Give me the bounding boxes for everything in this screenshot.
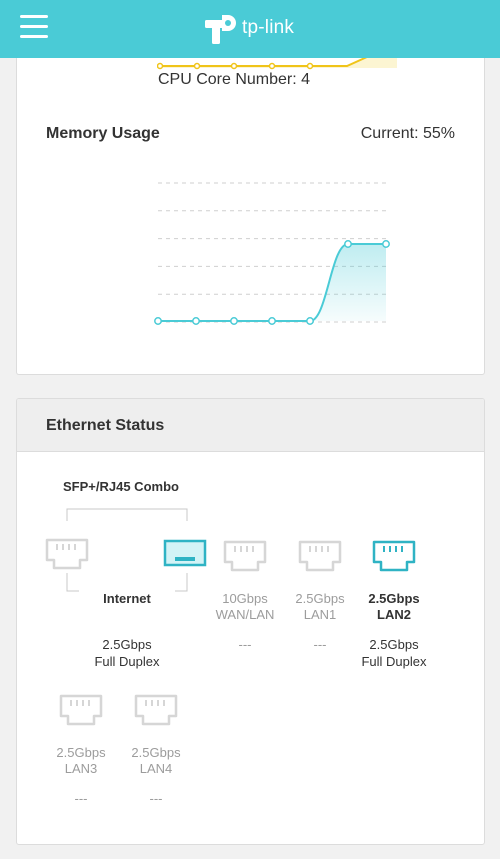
internet-speed: 2.5Gbps — [102, 637, 152, 652]
top-bar: tp-link — [0, 0, 500, 58]
port-status-label: Full Duplex — [361, 654, 427, 669]
memory-usage-area — [158, 244, 386, 321]
ethernet-status-title: Ethernet Status — [46, 417, 165, 434]
rj45-combo-port-icon[interactable] — [45, 538, 89, 570]
internet-duplex: Full Duplex — [94, 654, 160, 669]
ethernet-status-header: Ethernet Status — [17, 399, 484, 452]
hamburger-menu-icon[interactable] — [20, 15, 48, 39]
brand-name: tp-link — [242, 17, 295, 38]
memory-data-point — [344, 240, 352, 248]
tp-link-logo-icon — [205, 15, 236, 44]
memory-data-point — [230, 317, 238, 325]
memory-data-point — [382, 240, 390, 248]
port-name-label: LAN4 — [139, 761, 173, 776]
port-name-label: LAN2 — [377, 607, 411, 622]
port-status-label: --- — [149, 791, 163, 806]
memory-usage-card: CPU Core Number: 4 Memory Usage Current:… — [16, 30, 485, 375]
sfp-combo-label: SFP+/RJ45 Combo — [63, 479, 179, 494]
ethernet-port-icon[interactable] — [134, 694, 178, 731]
ethernet-port-icon[interactable] — [372, 540, 416, 577]
memory-usage-chart — [154, 182, 390, 325]
port-name-label: 2.5Gbps — [368, 591, 420, 606]
ethernet-status-card: Ethernet Status SFP+/RJ45 Combo Internet… — [16, 398, 485, 845]
ethernet-port-icon[interactable] — [59, 694, 103, 731]
memory-data-point — [192, 317, 200, 325]
ethernet-port-icon[interactable] — [223, 540, 267, 577]
memory-data-point — [154, 317, 162, 325]
memory-data-point — [268, 317, 276, 325]
internet-label: Internet — [103, 591, 151, 606]
ethernet-port-icon[interactable] — [298, 540, 342, 577]
port-name-label: 2.5Gbps — [131, 745, 181, 760]
sfp-port-icon[interactable] — [163, 539, 207, 567]
memory-data-point — [306, 317, 314, 325]
tp-link-logo[interactable]: tp-link — [204, 10, 294, 46]
port-status-label: 2.5Gbps — [369, 637, 419, 652]
